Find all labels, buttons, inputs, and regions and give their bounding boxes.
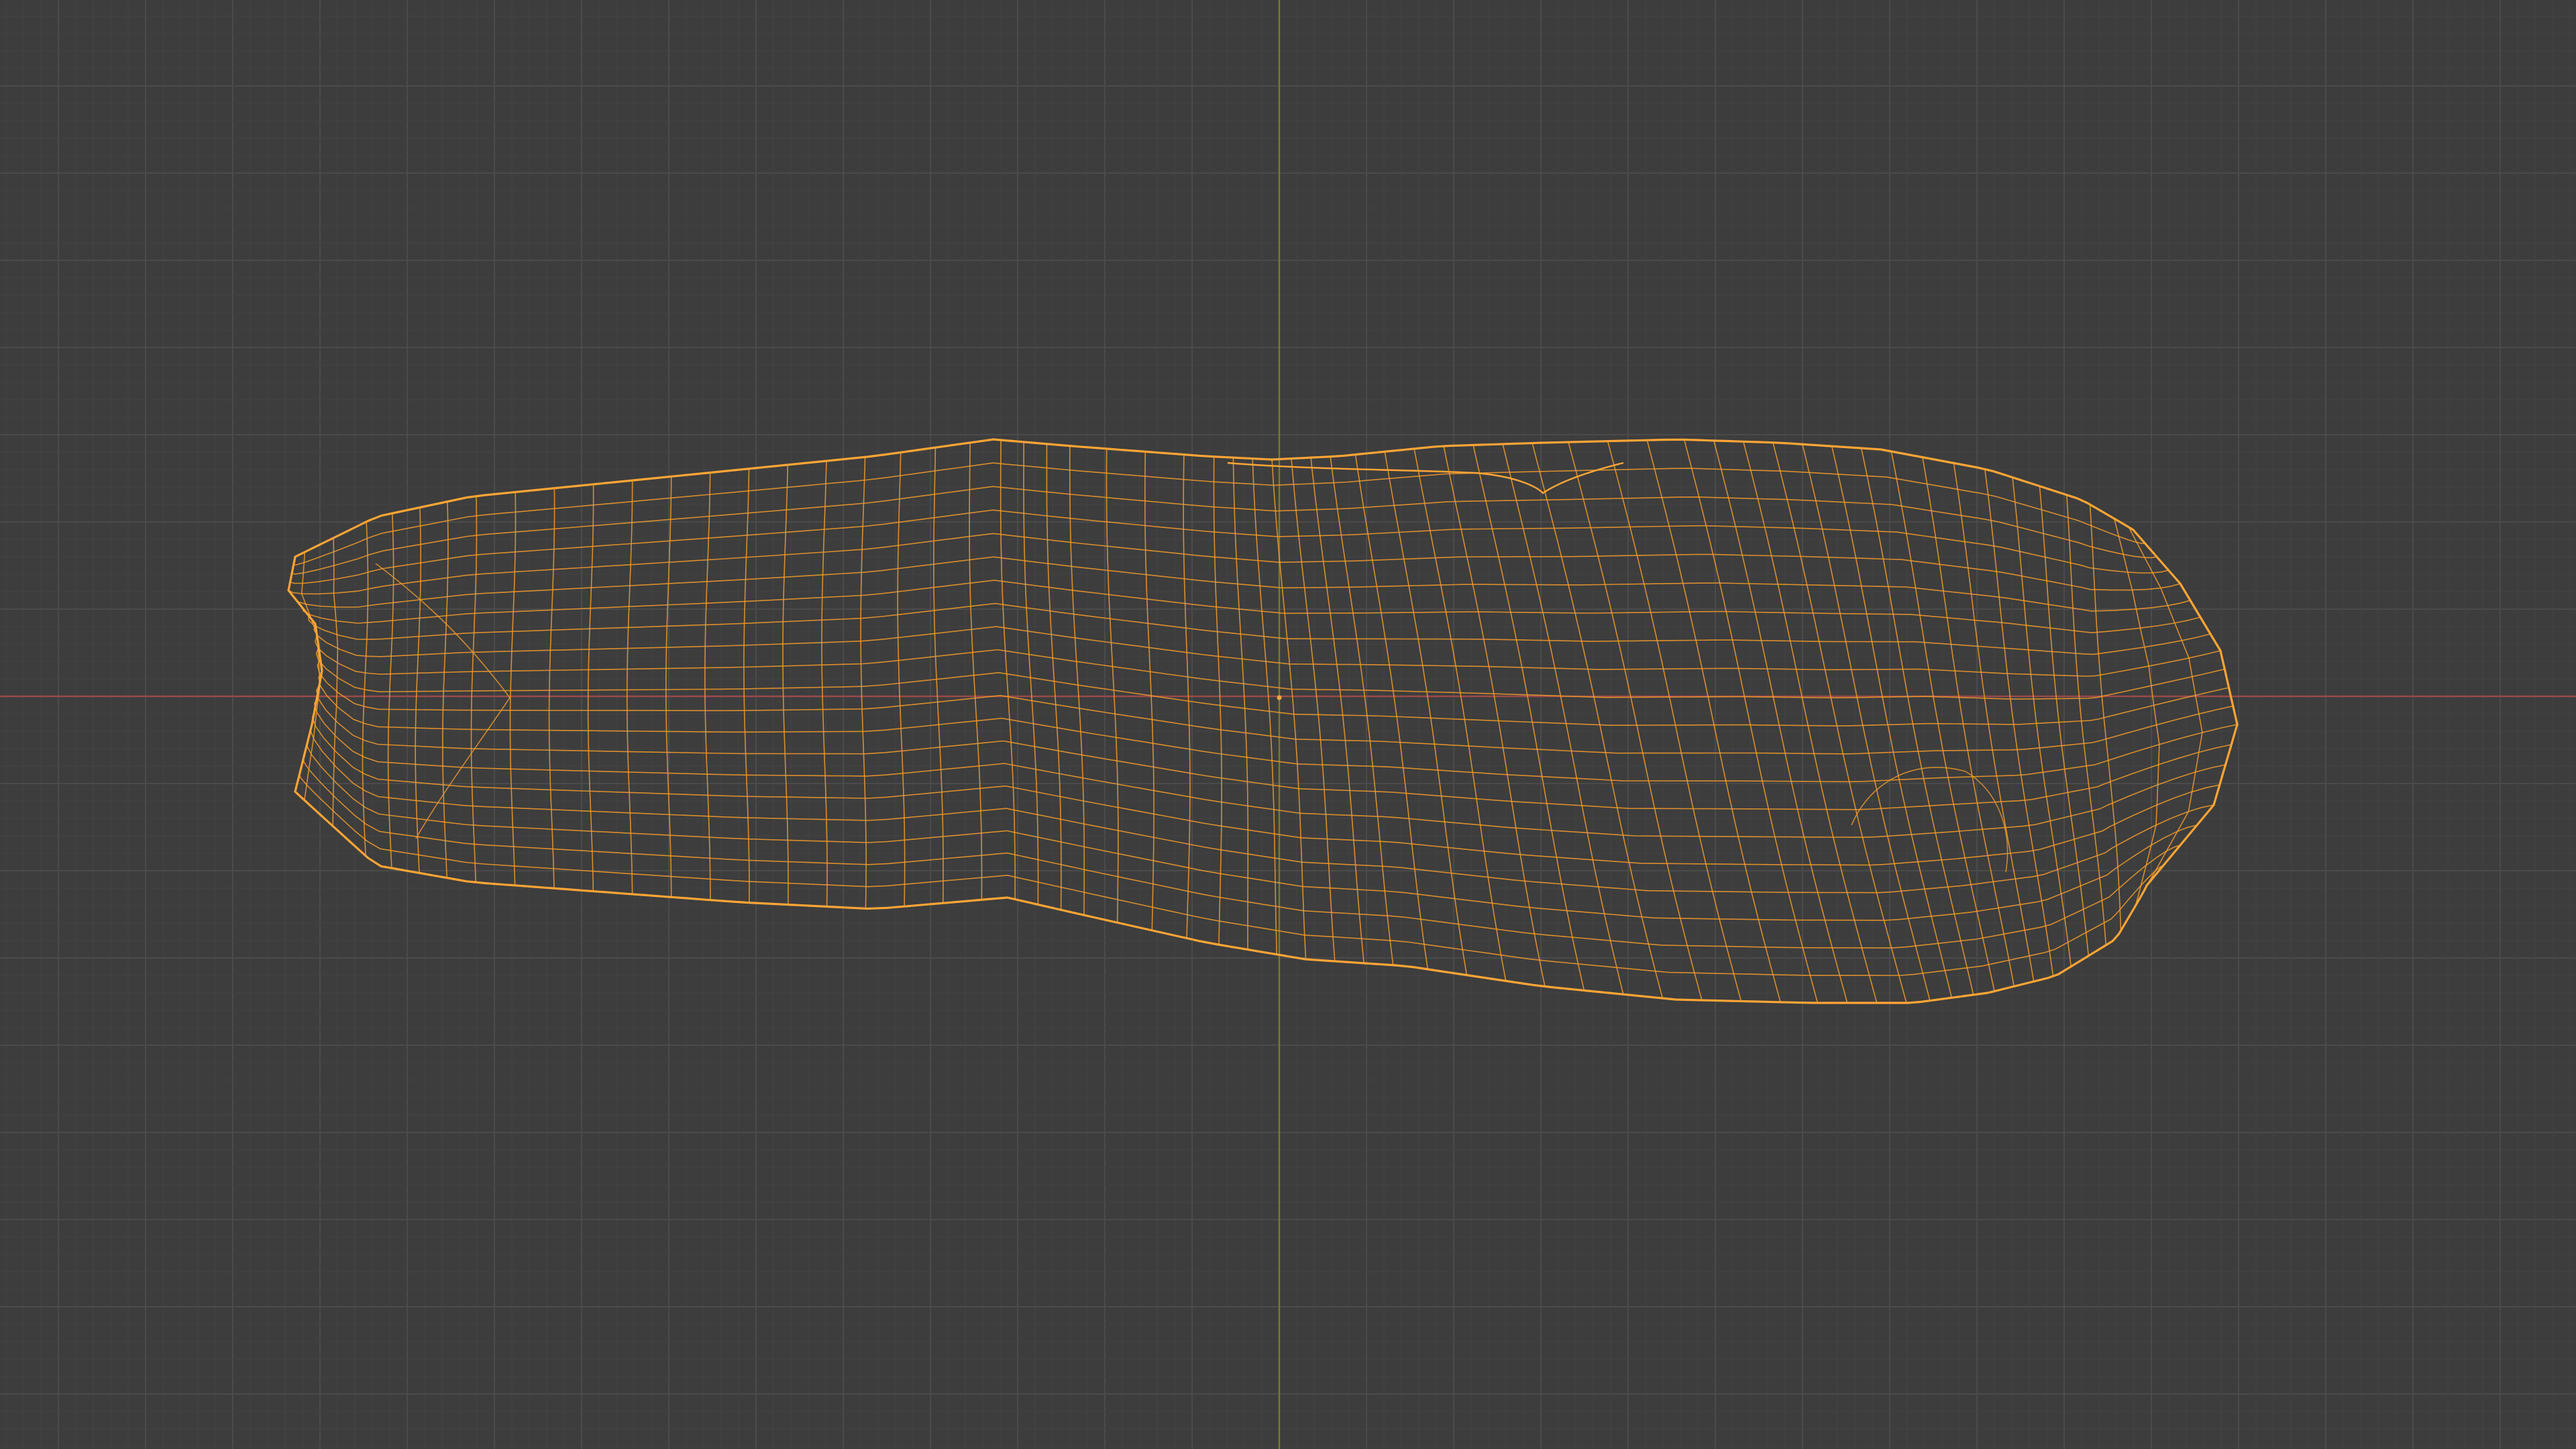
3d-viewport[interactable] [0, 0, 2576, 1449]
mesh-edge [313, 623, 2221, 677]
mesh-edge [821, 461, 828, 907]
mesh-edge [311, 710, 2220, 866]
mesh-edge [1772, 442, 1907, 1004]
mesh-edge [1802, 444, 1931, 1001]
mesh-edge [1743, 441, 1878, 1004]
mesh-edge [290, 509, 2169, 584]
mesh-edge [1144, 451, 1155, 930]
mesh-edge [548, 488, 555, 889]
mesh-edge [288, 533, 2181, 595]
mesh-edge-loops-horizontal [288, 439, 2238, 1004]
mesh-edge [933, 447, 944, 904]
mesh-edge [2133, 529, 2238, 886]
mesh-edge [2113, 518, 2160, 906]
mesh-edge [587, 484, 594, 892]
mesh-edge [1713, 440, 1848, 1004]
mesh-edge [509, 492, 517, 885]
mesh-edge [1502, 443, 1624, 995]
floor-grid [0, 0, 2576, 1449]
mesh-edge [1384, 451, 1468, 975]
mesh-edge [626, 480, 633, 894]
mesh-edge [291, 486, 2157, 575]
mesh-edge [294, 556, 2191, 612]
mesh-edge-loops-vertical [288, 439, 2238, 1004]
mesh-edge [1213, 456, 1222, 945]
axis-lines [0, 0, 2576, 1449]
selected-mesh-wireframe[interactable] [287, 438, 2239, 1004]
viewport-canvas[interactable] [0, 0, 2576, 1449]
origin-dot-icon[interactable] [1277, 695, 1282, 700]
mesh-edge [442, 501, 449, 878]
mesh-silhouette-outline[interactable] [287, 438, 2239, 1004]
mesh-edge [1831, 446, 1953, 998]
mesh-edge [897, 452, 906, 907]
mesh-edge [315, 684, 2232, 810]
mesh-edge [317, 659, 2233, 755]
mesh-edge [782, 464, 789, 905]
mesh-edge [1860, 447, 1974, 996]
mesh-fold-edge [1227, 462, 1624, 494]
mesh-edge [1472, 445, 1585, 991]
mesh-edge [1252, 458, 1277, 955]
mesh-edge [743, 468, 750, 903]
mesh-edge [1922, 457, 2015, 987]
mesh-edge [860, 457, 867, 909]
